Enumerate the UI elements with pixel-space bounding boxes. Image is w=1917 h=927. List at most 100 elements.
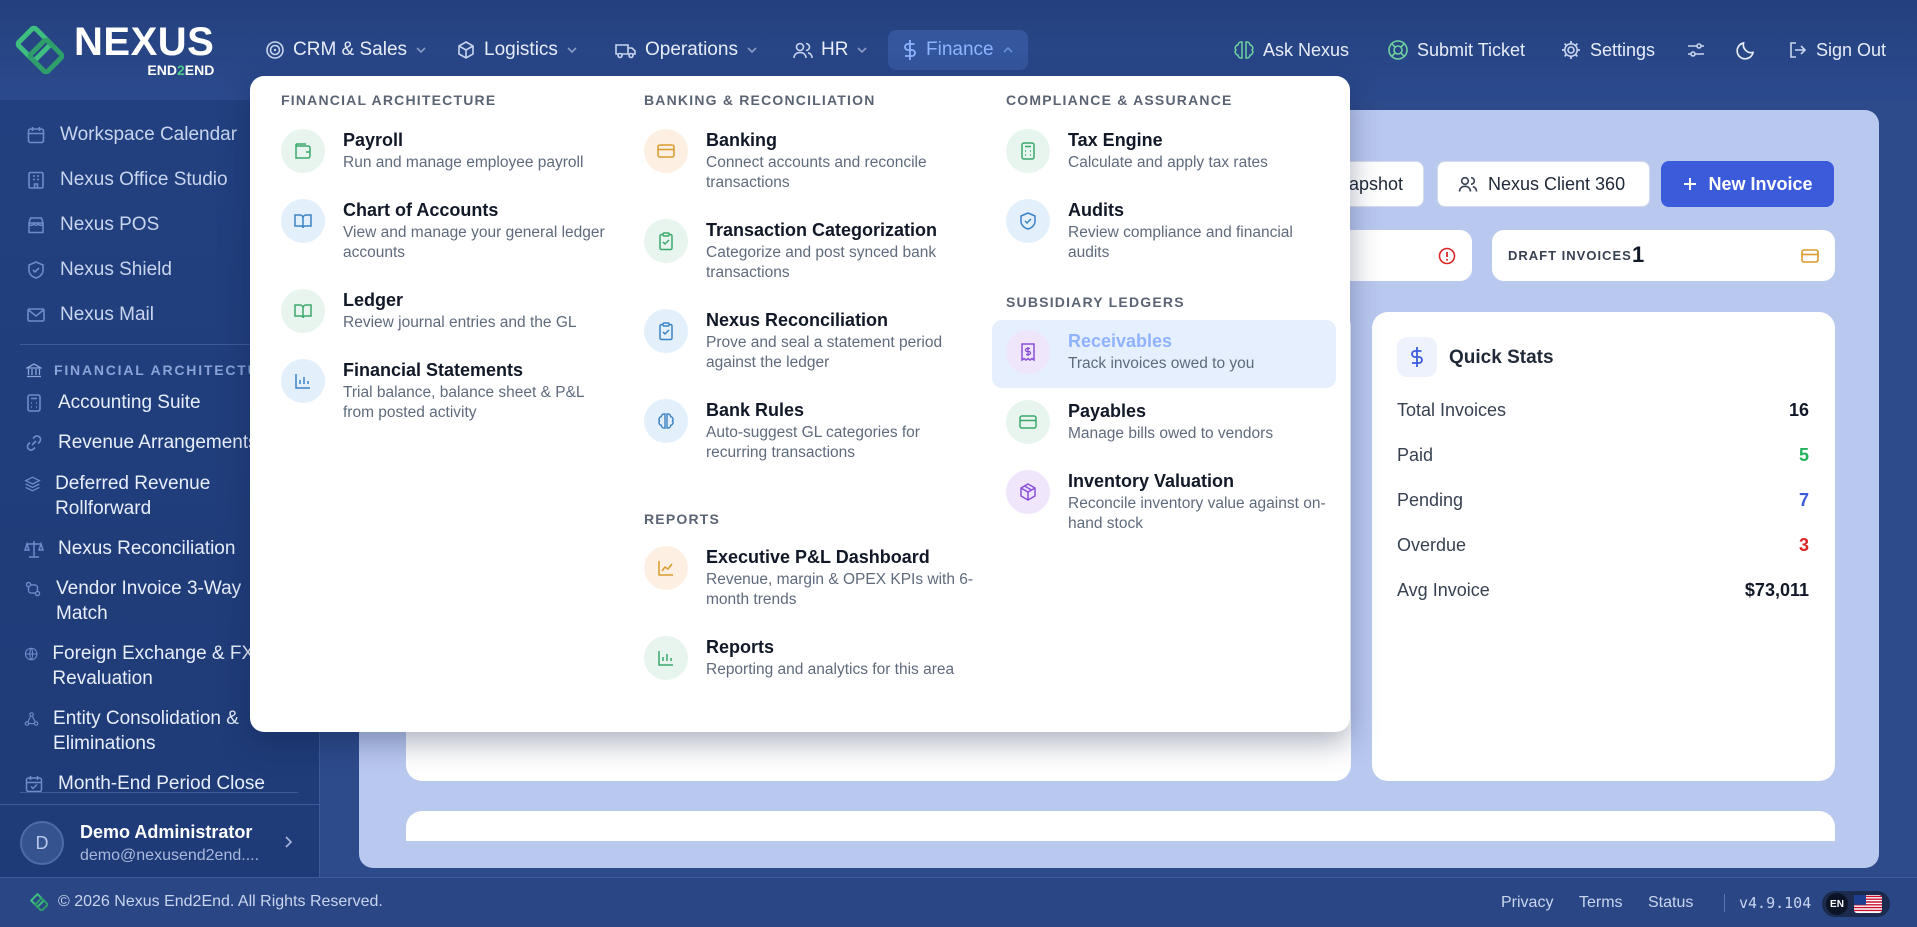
quick-stat-row: Total Invoices 16 [1397,400,1809,421]
menu-item-receivables[interactable]: Receivables Track invoices owed to you [992,320,1336,388]
plus-icon [1684,178,1697,190]
layers-icon [24,476,41,492]
menu-heading-subsidiary-ledgers: SUBSIDIARY LEDGERS [1006,294,1185,310]
network-icon [24,712,39,726]
client-360-button[interactable]: Nexus Client 360 [1437,161,1650,207]
lifebuoy-icon [1388,40,1408,60]
dollar-icon [904,40,916,60]
menu-item-executive-pl-dashboard[interactable]: Executive P&L Dashboard Revenue, margin &… [644,546,974,610]
menu-item-desc: Calculate and apply tax rates [1068,154,1268,171]
menu-item-transaction-categorization[interactable]: Transaction Categorization Categorize and… [644,219,974,283]
sidebar-item-label: Nexus Shield [60,259,172,280]
menu-item-desc: Categorize and post synced bank transact… [706,244,937,281]
menu-item-payables[interactable]: Payables Manage bills owed to vendors [1006,400,1336,444]
menu-item-title: Executive P&L Dashboard [706,547,930,567]
avatar: D [20,821,64,865]
git-compare-icon [25,581,41,597]
users-icon [1458,176,1478,192]
theme-toggle-button[interactable] [1735,30,1757,70]
gear-icon [1562,41,1580,59]
menu-item-desc: Track invoices owed to you [1068,355,1255,372]
sidebar-item-accounting-suite[interactable]: Accounting Suite [24,390,201,415]
quick-stat-row: Overdue 3 [1397,535,1809,556]
us-flag-icon [1854,895,1882,913]
menu-item-financial-statements[interactable]: Financial Statements Trial balance, balan… [281,359,611,423]
sidebar-item-deferred-revenue[interactable]: Deferred Revenue Rollforward [24,471,274,521]
menu-item-title: Tax Engine [1068,130,1163,150]
menu-heading-banking: BANKING & RECONCILIATION [644,92,876,108]
menu-item-title: Payroll [343,130,404,150]
chevron-down-icon [416,47,426,54]
brand-sub: END2END [147,62,215,78]
sidebar-item-label: Nexus POS [60,214,160,235]
menu-item-desc: Prove and seal a statement period agains… [706,334,943,371]
sidebar-item-revenue-arrangements[interactable]: Revenue Arrangements [24,430,258,455]
menu-item-chart-of-accounts[interactable]: Chart of Accounts View and manage your ge… [281,199,611,263]
nav-logistics[interactable]: Logistics [442,30,592,70]
language-selector[interactable]: EN [1822,891,1890,917]
sidebar-item-entity-consolidation[interactable]: Entity Consolidation & Eliminations [24,706,274,756]
sliders-icon [1688,43,1704,57]
ask-nexus-label: Ask Nexus [1263,39,1350,60]
sidebar-section-heading: FINANCIAL ARCHITECTUR [26,362,271,378]
sidebar-item-mail[interactable]: Nexus Mail [26,304,154,326]
shield-check-icon [1020,212,1036,230]
nav-operations[interactable]: Operations [601,30,772,70]
menu-item-tax-engine[interactable]: Tax Engine Calculate and apply tax rates [1006,129,1336,173]
new-invoice-button[interactable]: New Invoice [1661,161,1834,207]
sidebar-item-foreign-exchange[interactable]: Foreign Exchange & FX Revaluation [24,641,274,691]
sidebar-item-vendor-invoice-match[interactable]: Vendor Invoice 3-Way Match [24,576,274,626]
preferences-button[interactable] [1686,30,1706,70]
sidebar-item-nexus-reconciliation[interactable]: Nexus Reconciliation [24,536,235,561]
sidebar-item-pos[interactable]: Nexus POS [26,214,159,236]
book-open-icon [294,214,312,229]
menu-item-nexus-reconciliation[interactable]: Nexus Reconciliation Prove and seal a sta… [644,309,974,373]
menu-heading-financial-architecture: FINANCIAL ARCHITECTURE [281,92,497,108]
settings-button[interactable]: Settings [1560,30,1655,70]
sidebar-item-workspace-calendar[interactable]: Workspace Calendar [26,124,237,146]
status-link[interactable]: Status [1648,894,1693,912]
menu-item-audits[interactable]: Audits Review compliance and financial au… [1006,199,1336,263]
nav-hr[interactable]: HR [779,30,882,70]
store-icon [28,217,44,234]
version-label: v4.9.104 [1724,894,1811,912]
truck-icon [615,44,636,59]
scale-icon [24,541,44,558]
menu-item-desc: Reconcile inventory value against on-han… [1068,495,1326,532]
brand-name: NEXUS [74,20,215,64]
footer-copyright: © 2026 Nexus End2End. All Rights Reserve… [30,893,383,911]
bar-chart-icon [295,374,310,389]
quick-stat-label: Total Invoices [1397,400,1507,420]
submit-ticket-button[interactable]: Submit Ticket [1387,30,1525,70]
menu-item-inventory-valuation[interactable]: Inventory Valuation Reconcile inventory v… [1006,470,1336,534]
chevron-down-icon [567,47,577,54]
user-menu[interactable]: D Demo Administrator demo@nexusend2end..… [0,804,320,877]
client-360-label: Nexus Client 360 [1488,173,1626,194]
sign-out-button[interactable]: Sign Out [1788,30,1886,70]
ask-nexus-button[interactable]: Ask Nexus [1233,30,1349,70]
menu-item-ledger[interactable]: Ledger Review journal entries and the GL [281,289,611,333]
quick-stats-title: Quick Stats [1449,347,1554,368]
brand-logo[interactable]: NEXUS END2END [14,22,214,77]
menu-item-title: Transaction Categorization [706,220,938,240]
nav-crm-sales[interactable]: CRM & Sales [251,30,441,70]
users-icon [793,42,813,59]
quick-stat-row: Paid 5 [1397,445,1809,466]
sidebar-item-shield[interactable]: Nexus Shield [26,259,172,281]
book-icon [294,304,312,319]
quick-stat-label: Paid [1397,445,1434,465]
menu-item-payroll[interactable]: Payroll Run and manage employee payroll [281,129,611,173]
privacy-link[interactable]: Privacy [1501,894,1553,912]
snapshot-label: apshot [1348,173,1403,194]
menu-item-title: Reports [706,637,775,657]
bar-chart-icon [658,651,673,666]
sidebar-item-label: Nexus Reconciliation [58,538,236,559]
menu-item-bank-rules[interactable]: Bank Rules Auto-suggest GL categories for… [644,399,974,463]
sidebar-item-office-studio[interactable]: Nexus Office Studio [26,169,228,191]
terms-link[interactable]: Terms [1579,894,1623,912]
menu-item-banking[interactable]: Banking Connect accounts and reconcile tr… [644,129,974,193]
menu-item-reports[interactable]: Reports Reporting and analytics for this … [644,636,974,680]
menu-item-title: Nexus Reconciliation [706,310,889,330]
nav-finance[interactable]: Finance [888,30,1028,70]
menu-item-desc: Manage bills owed to vendors [1068,425,1274,442]
